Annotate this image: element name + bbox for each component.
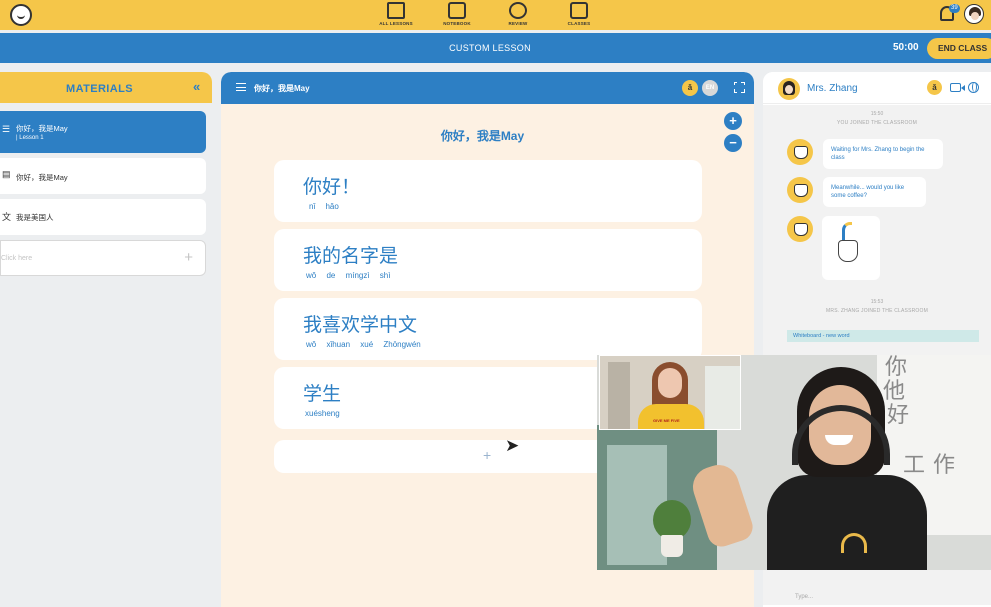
- chat-bubble: Waiting for Mrs. Zhang to begin the clas…: [823, 139, 943, 169]
- add-material-placeholder: Click here: [1, 255, 33, 262]
- coin-icon[interactable]: ǎ: [927, 80, 942, 95]
- board-glyph: 作: [933, 453, 956, 478]
- mouse-cursor-icon: ➤: [505, 436, 520, 455]
- menu-icon: ☰: [2, 124, 11, 134]
- language-badge[interactable]: EN: [702, 80, 718, 96]
- material-item-vocabulary[interactable]: 文 我是美国人: [0, 199, 206, 235]
- stack-icon: [387, 2, 405, 19]
- nav-label: ALL LESSONS: [379, 21, 413, 26]
- teacher-shirt: [767, 475, 927, 570]
- nav-review[interactable]: REVIEW: [493, 2, 543, 26]
- material-title: 你好，我是May: [16, 173, 68, 182]
- document-icon: ▤: [2, 169, 11, 179]
- phrase-pinyin: wǒ de míngzì shì: [306, 271, 391, 280]
- translate-icon: 文: [2, 212, 12, 222]
- lesson-type-title: CUSTOM LESSON: [449, 43, 531, 53]
- materials-title: MATERIALS: [66, 83, 133, 95]
- lesson-header-title: 你好，我是May: [254, 84, 310, 93]
- nav-label: NOTEBOOK: [443, 21, 471, 26]
- message-time: 15:53: [870, 299, 884, 305]
- end-class-button[interactable]: END CLASS: [927, 38, 991, 59]
- shirt-logo: [841, 533, 867, 553]
- shirt-text: GIVE ME FIVE: [653, 418, 680, 423]
- menu-icon[interactable]: [236, 83, 246, 91]
- material-title: 我是美国人: [16, 213, 54, 222]
- phrase-pinyin: xuésheng: [305, 409, 340, 418]
- phrase-card[interactable]: 我喜欢学中文 wǒ xǐhuan xué Zhōngwén: [274, 298, 702, 360]
- nav-label: REVIEW: [508, 21, 528, 26]
- plant: [653, 500, 691, 540]
- notification-badge: 39: [949, 4, 960, 13]
- fullscreen-icon[interactable]: [733, 81, 745, 93]
- coffee-cup-icon: [838, 240, 858, 262]
- phrase-hanzi: 你好！: [303, 176, 361, 198]
- chat-input[interactable]: Type...: [795, 594, 813, 600]
- teacher-avatar: [778, 78, 800, 100]
- video-background-door: [608, 362, 630, 429]
- nav-all-lessons[interactable]: ALL LESSONS: [371, 2, 421, 26]
- board-glyph: 工: [903, 453, 926, 478]
- student-video[interactable]: GIVE ME FIVE: [599, 355, 741, 430]
- nav-notebook[interactable]: NOTEBOOK: [432, 2, 482, 26]
- bot-avatar: [787, 177, 813, 203]
- lesson-title: 你好，我是May: [440, 129, 525, 143]
- globe-icon[interactable]: [968, 82, 979, 93]
- material-title: 你好，我是May: [16, 124, 68, 133]
- student-face: [658, 368, 682, 398]
- board-glyph: 好: [887, 403, 910, 428]
- phrase-pinyin: wǒ xǐhuan xué Zhōngwén: [306, 340, 421, 349]
- plus-icon[interactable]: +: [184, 249, 193, 266]
- lesson-header: 你好，我是May ǎ EN: [221, 72, 754, 104]
- top-nav: ALL LESSONS NOTEBOOK REVIEW CLASSES 39: [0, 0, 991, 30]
- material-item-dialogue[interactable]: ▤ 你好，我是May: [0, 158, 206, 194]
- system-message: YOU JOINED THE CLASSROOM: [837, 120, 917, 126]
- class-timer: 50:00: [893, 42, 919, 53]
- phrase-hanzi: 我喜欢学中文: [303, 314, 418, 336]
- bot-avatar: [787, 139, 813, 165]
- video-background-window: [705, 366, 740, 429]
- materials-header: MATERIALS «: [0, 72, 212, 103]
- material-subtitle: | Lesson 1: [16, 135, 44, 141]
- add-material-field[interactable]: Click here +: [0, 240, 206, 276]
- phrase-card[interactable]: 我的名字是 wǒ de míngzì shì: [274, 229, 702, 291]
- bot-avatar: [787, 216, 813, 242]
- chat-bubble: Meanwhile... would you like some coffee?: [823, 177, 926, 207]
- material-item-lesson-1[interactable]: ☰ 你好，我是May | Lesson 1: [0, 111, 206, 153]
- chat-header: Mrs. Zhang ǎ: [763, 72, 991, 104]
- coffee-sticker: [822, 216, 880, 280]
- lesson-bar: CUSTOM LESSON 50:00 END CLASS: [0, 33, 991, 63]
- system-message: MRS. ZHANG JOINED THE CLASSROOM: [826, 308, 928, 314]
- nav-label: CLASSES: [567, 21, 591, 26]
- coin-icon[interactable]: ǎ: [682, 80, 698, 96]
- app-logo-icon[interactable]: [10, 4, 32, 26]
- plant-pot: [661, 535, 683, 557]
- phrase-hanzi: 我的名字是: [303, 245, 399, 267]
- video-camera-icon[interactable]: [950, 83, 965, 92]
- plus-icon[interactable]: +: [483, 447, 491, 463]
- materials-panel: MATERIALS « ☰ 你好，我是May | Lesson 1 ▤ 你好，我…: [0, 72, 212, 607]
- notebook-icon: [448, 2, 466, 19]
- phrase-pinyin: nǐ hǎo: [309, 202, 339, 211]
- teacher-name: Mrs. Zhang: [807, 83, 858, 94]
- phrase-card[interactable]: 你好！ nǐ hǎo: [274, 160, 702, 222]
- whiteboard-notification[interactable]: Whiteboard - new word: [787, 330, 979, 342]
- student-shirt: [638, 404, 704, 429]
- user-avatar[interactable]: [964, 4, 984, 24]
- collapse-icon[interactable]: «: [193, 79, 200, 94]
- coffee-pour-icon: [842, 222, 852, 240]
- calendar-icon: [570, 2, 588, 19]
- history-icon: [509, 2, 527, 19]
- nav-classes[interactable]: CLASSES: [554, 2, 604, 26]
- message-time: 15:50: [870, 111, 884, 117]
- phrase-hanzi: 学生: [303, 383, 342, 405]
- materials-list: ☰ 你好，我是May | Lesson 1 ▤ 你好，我是May 文 我是美国人…: [0, 103, 212, 607]
